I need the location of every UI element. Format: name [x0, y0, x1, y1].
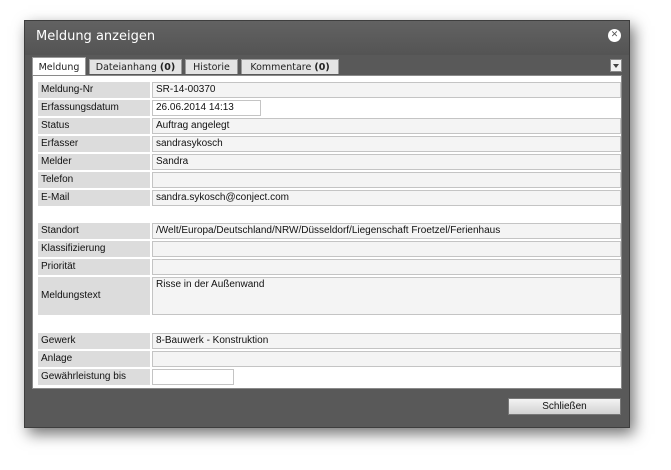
tab-meldung[interactable]: Meldung	[32, 57, 86, 75]
tab-kommentare[interactable]: Kommentare (0)	[241, 59, 339, 74]
field-label: Erfasser	[38, 136, 150, 152]
field-label: E-Mail	[38, 190, 150, 206]
telefon-field[interactable]	[152, 172, 621, 188]
row-telefon: Telefon	[38, 172, 622, 188]
row-status: Status Auftrag angelegt	[38, 118, 622, 134]
dialog-title: Meldung anzeigen	[36, 29, 156, 44]
melder-field[interactable]: Sandra	[152, 154, 621, 170]
row-erfasser: Erfasser sandrasykosch	[38, 136, 622, 152]
tab-label: Meldung	[38, 62, 80, 73]
klassifizierung-field[interactable]	[152, 241, 621, 257]
row-anlage: Anlage	[38, 351, 622, 367]
field-label: Klassifizierung	[38, 241, 150, 257]
meldungstext-field[interactable]: Risse in der Außenwand	[152, 277, 621, 315]
field-label: Standort	[38, 223, 150, 239]
tab-strip: Meldung Dateianhang (0) Historie Komment…	[32, 57, 622, 75]
dialog-titlebar: Meldung anzeigen ✕	[25, 21, 629, 55]
tab-count: (0)	[314, 62, 330, 73]
tab-label: Kommentare	[250, 62, 312, 73]
gewerk-field[interactable]: 8-Bauwerk - Konstruktion	[152, 333, 621, 349]
field-label: Status	[38, 118, 150, 134]
email-field[interactable]: sandra.sykosch@conject.com	[152, 190, 621, 206]
standort-field[interactable]: /Welt/Europa/Deutschland/NRW/Düsseldorf/…	[152, 223, 621, 239]
row-meldung-nr: Meldung-Nr SR-14-00370	[38, 82, 622, 98]
field-label: Meldungstext	[38, 277, 150, 315]
status-field[interactable]: Auftrag angelegt	[152, 118, 621, 134]
field-label: Erfassungsdatum	[38, 100, 150, 116]
row-gewaehrleistung: Gewährleistung bis	[38, 369, 622, 385]
field-label: Priorität	[38, 259, 150, 275]
tab-historie[interactable]: Historie	[185, 59, 238, 74]
dialog-meldung-anzeigen: Meldung anzeigen ✕ Meldung Dateianhang (…	[24, 20, 630, 428]
row-erfassungsdatum: Erfassungsdatum 26.06.2014 14:13	[38, 100, 622, 116]
field-label: Meldung-Nr	[38, 82, 150, 98]
chevron-down-icon[interactable]	[610, 59, 622, 72]
tab-count: (0)	[159, 62, 176, 73]
row-standort: Standort /Welt/Europa/Deutschland/NRW/Dü…	[38, 223, 622, 239]
field-label: Melder	[38, 154, 150, 170]
erfasser-field[interactable]: sandrasykosch	[152, 136, 621, 152]
row-email: E-Mail sandra.sykosch@conject.com	[38, 190, 622, 206]
close-button[interactable]: Schließen	[508, 398, 621, 415]
close-icon[interactable]: ✕	[608, 29, 621, 42]
prioritaet-field[interactable]	[152, 259, 621, 275]
tab-dateianhang[interactable]: Dateianhang (0)	[89, 59, 182, 74]
meldung-nr-field[interactable]: SR-14-00370	[152, 82, 621, 98]
field-label: Anlage	[38, 351, 150, 367]
row-gewerk: Gewerk 8-Bauwerk - Konstruktion	[38, 333, 622, 349]
field-label: Telefon	[38, 172, 150, 188]
anlage-field[interactable]	[152, 351, 621, 367]
tab-label: Dateianhang	[95, 62, 157, 73]
tab-label: Historie	[193, 62, 230, 73]
row-melder: Melder Sandra	[38, 154, 622, 170]
erfassungsdatum-field[interactable]: 26.06.2014 14:13	[152, 100, 261, 116]
field-label: Gewährleistung bis	[38, 369, 150, 385]
gewaehrleistung-field[interactable]	[152, 369, 234, 385]
row-klassifizierung: Klassifizierung	[38, 241, 622, 257]
field-label: Gewerk	[38, 333, 150, 349]
row-prioritaet: Priorität	[38, 259, 622, 275]
meldung-form: Meldung-Nr SR-14-00370 Erfassungsdatum 2…	[32, 75, 622, 389]
row-meldungstext: Meldungstext Risse in der Außenwand	[38, 277, 622, 315]
